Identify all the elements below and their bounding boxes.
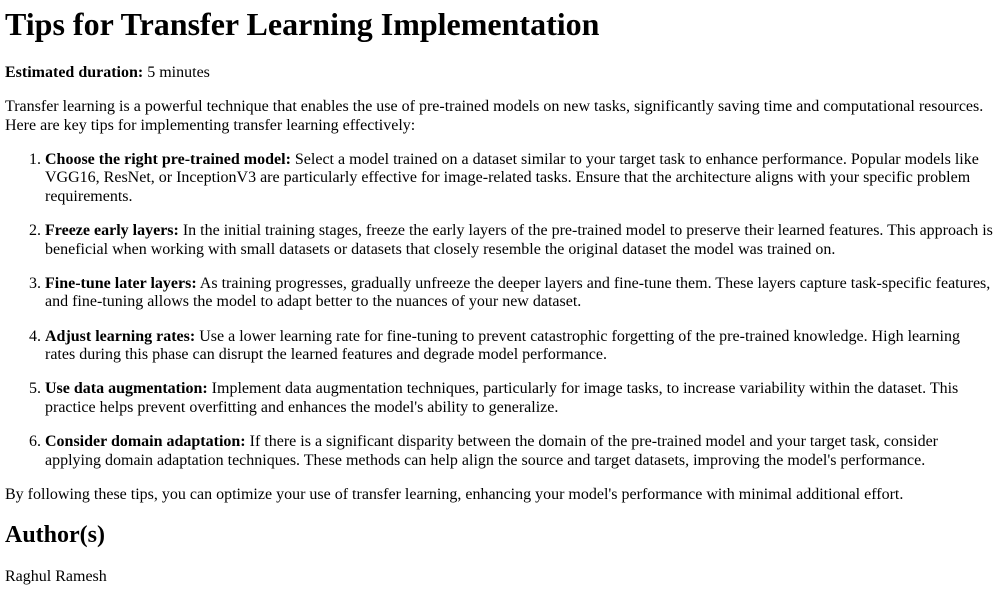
tip-title: Consider domain adaptation: — [45, 433, 246, 451]
list-item: Choose the right pre-trained model: Sele… — [45, 151, 993, 206]
duration-label: Estimated duration: — [5, 63, 144, 81]
intro-paragraph: Transfer learning is a powerful techniqu… — [5, 98, 984, 134]
duration-value: 5 minutes — [143, 63, 210, 81]
tips-list: Choose the right pre-trained model: Sele… — [5, 151, 993, 470]
authors-heading: Author(s) — [5, 522, 105, 549]
author-name: Raghul Ramesh — [5, 568, 107, 586]
list-item: Fine-tune later layers: As training prog… — [45, 275, 993, 312]
tip-title: Fine-tune later layers: — [45, 274, 197, 292]
page-title: Tips for Transfer Learning Implementatio… — [5, 6, 600, 42]
tip-title: Use data augmentation: — [45, 380, 208, 398]
list-item: Use data augmentation: Implement data au… — [45, 380, 993, 417]
tip-text: In the initial training stages, freeze t… — [45, 222, 993, 258]
conclusion-paragraph: By following these tips, you can optimiz… — [5, 486, 904, 504]
list-item: Consider domain adaptation: If there is … — [45, 433, 993, 470]
estimated-duration: Estimated duration: 5 minutes — [5, 64, 993, 82]
tip-title: Freeze early layers: — [45, 222, 179, 240]
list-item: Adjust learning rates: Use a lower learn… — [45, 328, 993, 365]
tip-title: Choose the right pre-trained model: — [45, 150, 291, 168]
list-item: Freeze early layers: In the initial trai… — [45, 222, 993, 259]
tip-title: Adjust learning rates: — [45, 327, 196, 345]
